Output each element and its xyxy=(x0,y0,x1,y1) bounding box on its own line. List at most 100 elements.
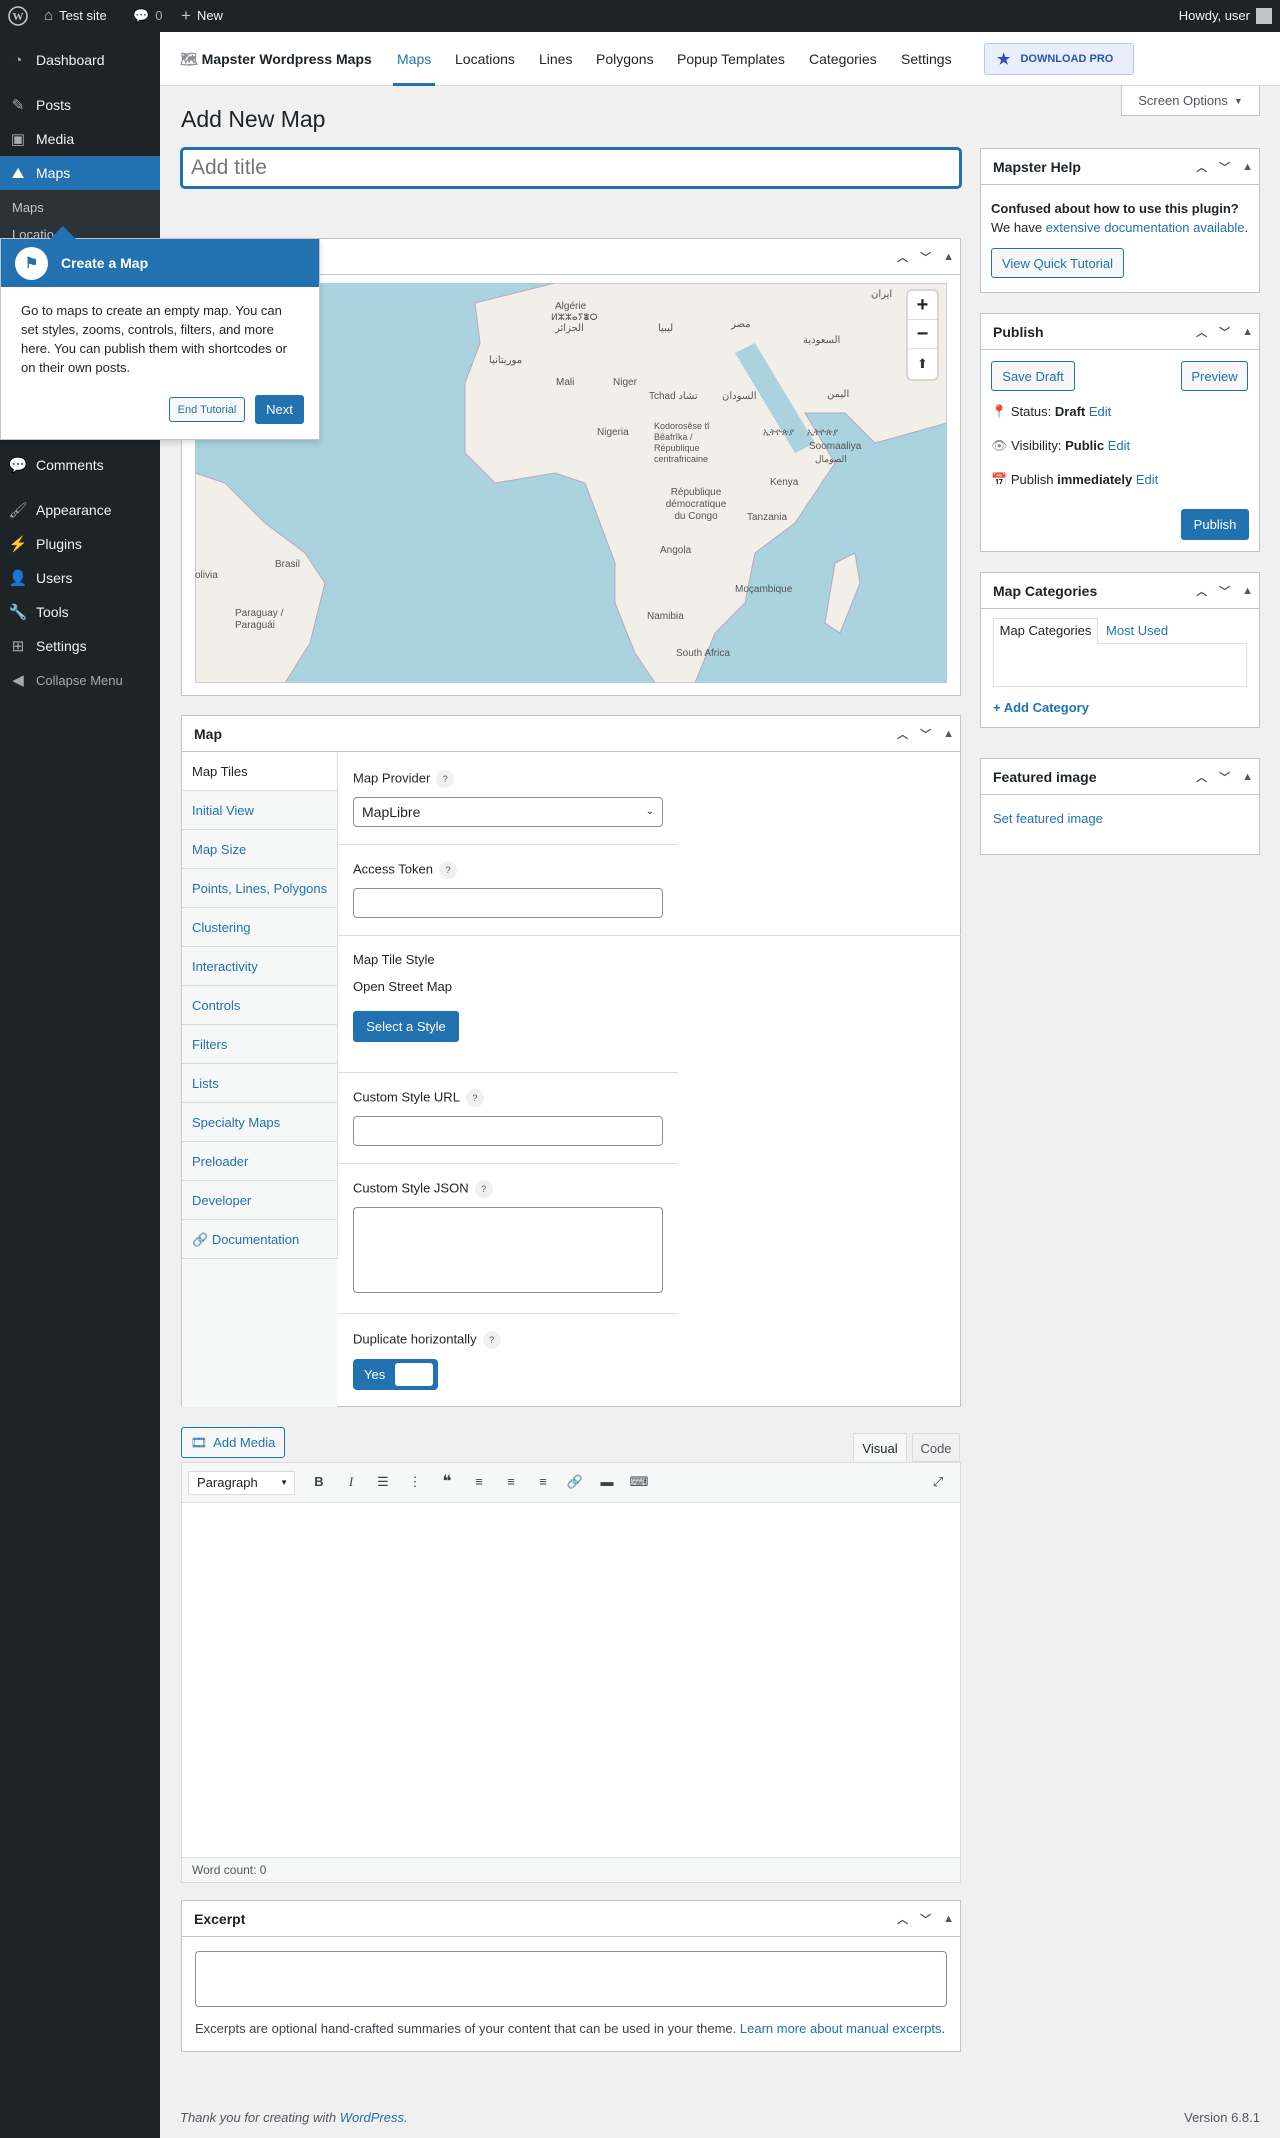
chevron-up-icon[interactable]: ︿ xyxy=(897,1911,908,1927)
tab-map-size[interactable]: Map Size xyxy=(182,830,337,869)
chevron-up-icon[interactable]: ︿ xyxy=(897,249,908,265)
add-media-button[interactable]: 🎞 Add Media xyxy=(181,1427,285,1458)
access-token-input[interactable] xyxy=(353,888,663,918)
chevron-up-icon[interactable]: ︿ xyxy=(1196,159,1207,175)
sidebar-item-media[interactable]: ▣ Media xyxy=(0,122,160,156)
chevron-up-icon[interactable]: ︿ xyxy=(897,726,908,742)
sidebar-item-appearance[interactable]: 🖌 Appearance xyxy=(0,493,160,527)
align-center-icon[interactable]: ≡ xyxy=(500,1471,522,1493)
collapse-menu-button[interactable]: ◀ Collapse Menu xyxy=(0,663,160,697)
wordpress-link[interactable]: WordPress xyxy=(340,2110,404,2125)
compass-button[interactable]: ⬆ xyxy=(908,349,937,378)
tab-clustering[interactable]: Clustering xyxy=(182,908,337,947)
tab-lists[interactable]: Lists xyxy=(182,1064,337,1103)
help-icon[interactable]: ? xyxy=(436,770,455,788)
triangle-up-icon[interactable]: ▲ xyxy=(943,251,954,263)
tab-developer[interactable]: Developer xyxy=(182,1181,337,1220)
read-more-icon[interactable]: ▬ xyxy=(596,1471,618,1493)
blockquote-icon[interactable]: ❝ xyxy=(436,1471,458,1493)
zoom-out-button[interactable]: − xyxy=(908,320,937,349)
toolbar-toggle-icon[interactable]: ⌨ xyxy=(628,1471,650,1493)
custom-style-json-textarea[interactable] xyxy=(353,1207,663,1293)
bullet-list-icon[interactable]: ☰ xyxy=(372,1471,394,1493)
chevron-down-icon[interactable]: ﹀ xyxy=(1219,159,1230,175)
next-button[interactable]: Next xyxy=(255,395,304,424)
triangle-up-icon[interactable]: ▲ xyxy=(943,1913,954,1925)
chevron-up-icon[interactable]: ︿ xyxy=(1196,769,1207,785)
italic-icon[interactable]: I xyxy=(340,1471,362,1493)
align-right-icon[interactable]: ≡ xyxy=(532,1471,554,1493)
tab-interactivity[interactable]: Interactivity xyxy=(182,947,337,986)
edit-visibility-link[interactable]: Edit xyxy=(1108,438,1130,453)
chevron-down-icon[interactable]: ﹀ xyxy=(920,249,931,265)
tab-most-used[interactable]: Most Used xyxy=(1106,618,1168,644)
set-featured-image-link[interactable]: Set featured image xyxy=(993,811,1103,826)
sidebar-item-settings[interactable]: ⊞ Settings xyxy=(0,629,160,663)
account-menu[interactable]: Howdy, user xyxy=(1179,0,1272,32)
view-quick-tutorial-button[interactable]: View Quick Tutorial xyxy=(991,248,1124,278)
tab-all-categories[interactable]: Map Categories xyxy=(993,618,1098,644)
tab-settings[interactable]: Settings xyxy=(901,32,952,86)
tab-map-tiles[interactable]: Map Tiles xyxy=(182,752,337,791)
chevron-down-icon[interactable]: ﹀ xyxy=(1219,769,1230,785)
sidebar-item-users[interactable]: 👤 Users xyxy=(0,561,160,595)
tab-preloader[interactable]: Preloader xyxy=(182,1142,337,1181)
select-style-button[interactable]: Select a Style xyxy=(353,1011,459,1042)
screen-options-button[interactable]: Screen Options ▼ xyxy=(1121,86,1260,116)
end-tutorial-button[interactable]: End Tutorial xyxy=(169,397,245,422)
tab-locations[interactable]: Locations xyxy=(455,32,515,86)
sidebar-item-dashboard[interactable]: ◔ Dashboard xyxy=(0,43,160,77)
excerpt-textarea[interactable] xyxy=(195,1951,947,2007)
add-category-link[interactable]: + Add Category xyxy=(993,700,1089,715)
manual-excerpts-link[interactable]: Learn more about manual excerpts xyxy=(740,2021,942,2036)
triangle-up-icon[interactable]: ▲ xyxy=(1242,326,1253,338)
align-left-icon[interactable]: ≡ xyxy=(468,1471,490,1493)
download-pro-button[interactable]: ★ DOWNLOAD PRO xyxy=(984,43,1134,75)
preview-button[interactable]: Preview xyxy=(1181,361,1248,391)
documentation-link[interactable]: extensive documentation available xyxy=(1046,220,1245,235)
duplicate-horizontally-toggle[interactable]: Yes xyxy=(353,1359,438,1390)
tab-popup-templates[interactable]: Popup Templates xyxy=(677,32,785,86)
numbered-list-icon[interactable]: ⋮ xyxy=(404,1471,426,1493)
triangle-up-icon[interactable]: ▲ xyxy=(1242,771,1253,783)
wordpress-logo-icon[interactable]: W xyxy=(8,0,28,32)
sidebar-item-maps[interactable]: ⛰ Maps xyxy=(0,156,160,190)
chevron-down-icon[interactable]: ﹀ xyxy=(1219,324,1230,340)
format-select[interactable]: Paragraph ▼ xyxy=(188,1471,295,1495)
tab-documentation[interactable]: 🔗 Documentation xyxy=(182,1220,337,1259)
comments-link[interactable]: 💬 0 xyxy=(133,0,162,32)
post-title-input[interactable] xyxy=(181,148,961,188)
chevron-up-icon[interactable]: ︿ xyxy=(1196,324,1207,340)
tab-filters[interactable]: Filters xyxy=(182,1025,337,1064)
new-content-link[interactable]: + New xyxy=(181,0,223,32)
bold-icon[interactable]: B xyxy=(308,1471,330,1493)
site-name-link[interactable]: ⌂ Test site xyxy=(44,0,107,32)
sidebar-item-comments[interactable]: 💬 Comments xyxy=(0,448,160,482)
triangle-up-icon[interactable]: ▲ xyxy=(943,728,954,740)
custom-style-url-input[interactable] xyxy=(353,1116,663,1146)
save-draft-button[interactable]: Save Draft xyxy=(991,361,1075,391)
chevron-down-icon[interactable]: ﹀ xyxy=(1219,583,1230,599)
publish-button[interactable]: Publish xyxy=(1181,509,1249,540)
tab-controls[interactable]: Controls xyxy=(182,986,337,1025)
submenu-item-maps[interactable]: Maps xyxy=(12,200,44,215)
help-icon[interactable]: ? xyxy=(465,1089,484,1107)
fullscreen-icon[interactable]: ⤢ xyxy=(927,1471,949,1493)
help-icon[interactable]: ? xyxy=(474,1180,493,1198)
edit-status-link[interactable]: Edit xyxy=(1089,404,1111,419)
help-icon[interactable]: ? xyxy=(438,861,457,879)
editor-content-area[interactable] xyxy=(182,1503,960,1857)
tab-lines[interactable]: Lines xyxy=(539,32,572,86)
tab-specialty-maps[interactable]: Specialty Maps xyxy=(182,1103,337,1142)
link-icon[interactable]: 🔗 xyxy=(564,1471,586,1493)
help-icon[interactable]: ? xyxy=(482,1331,501,1349)
map-provider-select[interactable]: MapLibre ⌄ xyxy=(353,797,663,827)
tab-initial-view[interactable]: Initial View xyxy=(182,791,337,830)
triangle-up-icon[interactable]: ▲ xyxy=(1242,585,1253,597)
tab-polygons[interactable]: Polygons xyxy=(596,32,654,86)
tab-maps[interactable]: Maps xyxy=(393,32,436,86)
tab-code[interactable]: Code xyxy=(912,1433,960,1462)
chevron-up-icon[interactable]: ︿ xyxy=(1196,583,1207,599)
zoom-in-button[interactable]: + xyxy=(908,291,937,320)
tab-points-lines-polygons[interactable]: Points, Lines, Polygons xyxy=(182,869,337,908)
